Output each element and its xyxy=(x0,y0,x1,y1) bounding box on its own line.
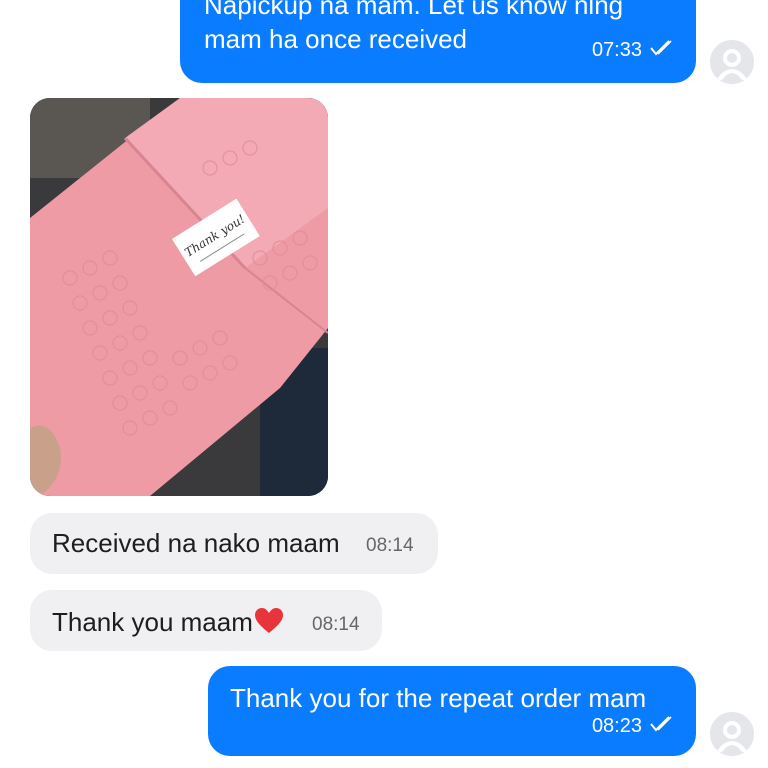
message-meta: 07:33 xyxy=(592,39,672,62)
incoming-message-bubble[interactable]: Received na nako maam 08:14 xyxy=(30,513,438,574)
envelope-photo: Thank you! xyxy=(30,98,328,496)
message-body: Thank you maam xyxy=(52,607,253,637)
message-meta: 08:23 xyxy=(592,715,672,738)
seen-check-icon xyxy=(650,40,672,61)
message-text: Received na nako maam xyxy=(52,528,340,558)
incoming-message-bubble[interactable]: Thank you maam 08:14 xyxy=(30,590,382,651)
message-timestamp: 08:23 xyxy=(591,715,642,737)
seen-check-icon xyxy=(650,716,672,737)
message-line: Napickup na mam. Let us know nlng xyxy=(204,0,624,20)
heart-emoji xyxy=(253,607,284,637)
avatar-placeholder-icon xyxy=(710,712,754,756)
avatar[interactable] xyxy=(710,40,754,84)
avatar[interactable] xyxy=(710,712,754,756)
message-text: Thank you for the repeat order mam xyxy=(230,683,647,713)
message-timestamp: 08:14 xyxy=(366,535,414,556)
avatar-placeholder-icon xyxy=(710,40,754,84)
outgoing-message-bubble[interactable]: Napickup na mam. Let us know nlng mam ha… xyxy=(180,0,696,83)
message-timestamp: 08:14 xyxy=(312,614,360,635)
outgoing-message-bubble[interactable]: Thank you for the repeat order mam 08:23 xyxy=(208,666,696,756)
photo-message[interactable]: Thank you! xyxy=(30,98,328,496)
message-text: Thank you maam xyxy=(52,605,284,639)
message-timestamp: 07:33 xyxy=(591,39,642,61)
